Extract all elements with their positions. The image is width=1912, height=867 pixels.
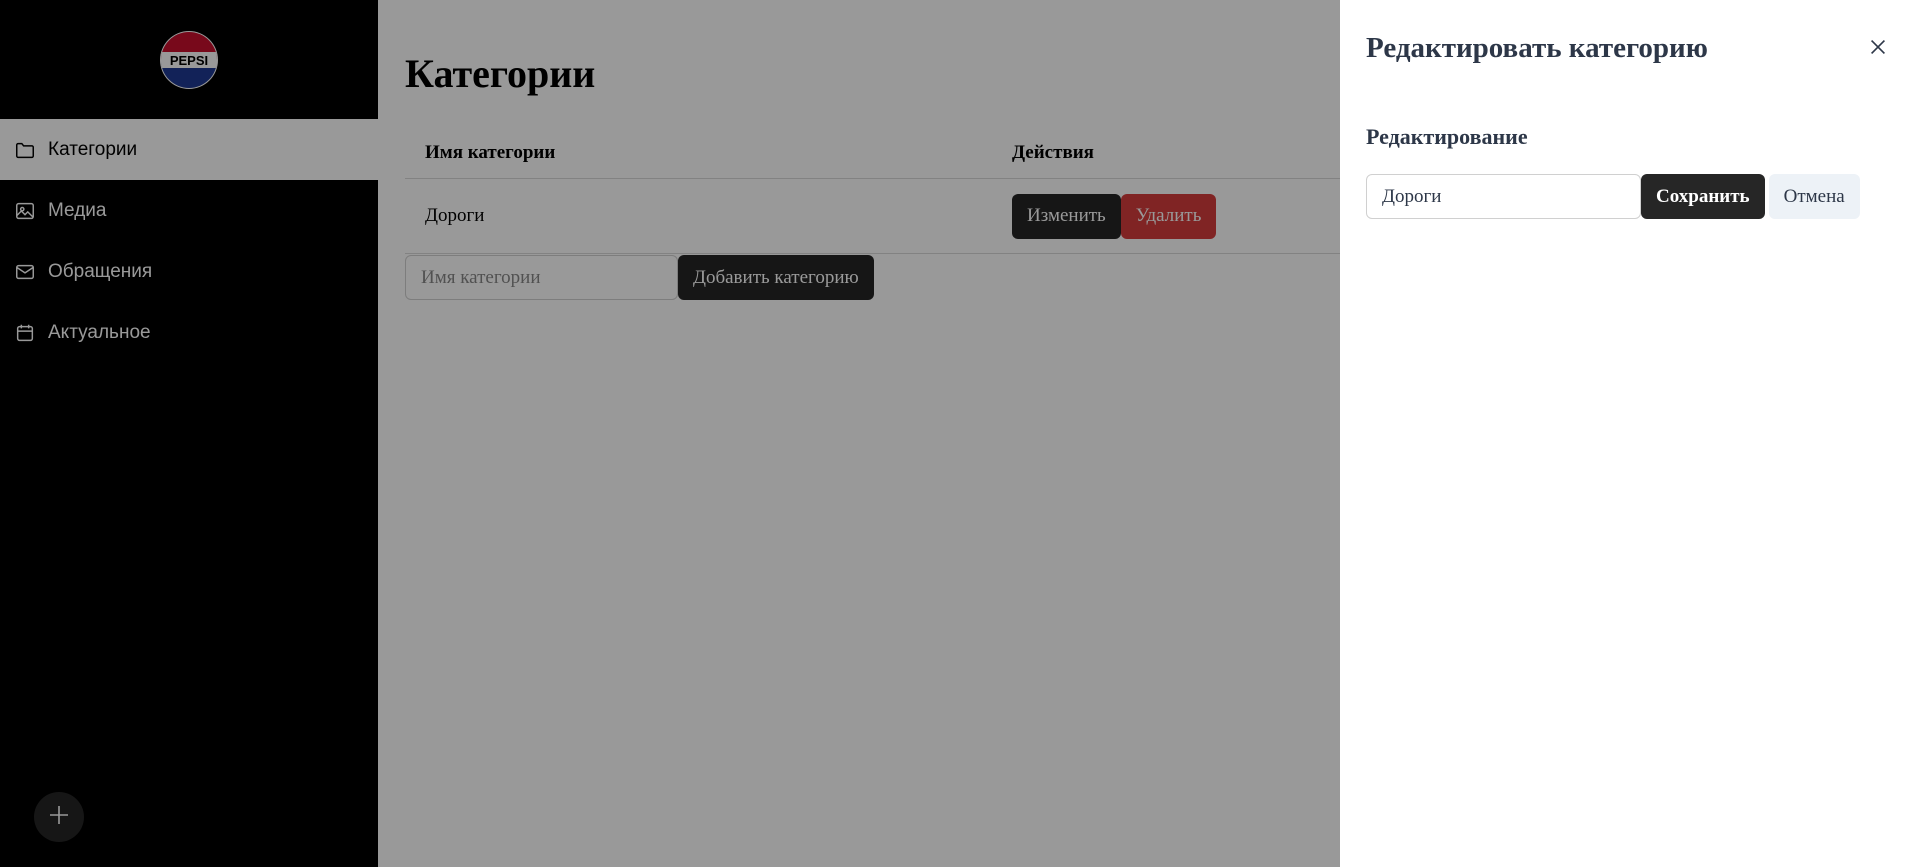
close-icon	[1867, 36, 1889, 63]
edit-drawer: Редактировать категорию Редактирование Д…	[1340, 0, 1912, 867]
edit-form: Дороги Сохранить Отмена	[1366, 174, 1860, 219]
section-title: Редактирование	[1366, 124, 1528, 149]
modal-overlay[interactable]	[0, 0, 1340, 867]
drawer-title: Редактировать категорию	[1366, 32, 1708, 64]
cancel-button[interactable]: Отмена	[1768, 174, 1860, 219]
close-button[interactable]	[1865, 36, 1891, 62]
category-edit-input[interactable]: Дороги	[1366, 174, 1641, 219]
save-button[interactable]: Сохранить	[1641, 174, 1765, 219]
